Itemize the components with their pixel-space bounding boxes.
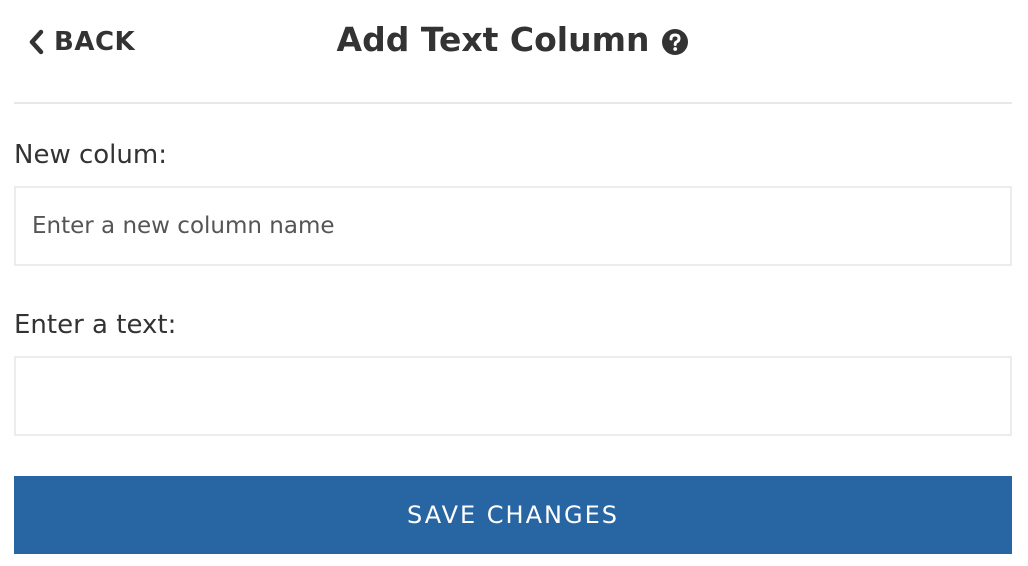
title-wrap: Add Text Column — [14, 20, 1012, 59]
add-text-column-page: BACK Add Text Column New colum: Enter a … — [0, 0, 1028, 566]
header: BACK Add Text Column — [14, 0, 1012, 104]
question-circle-icon[interactable] — [661, 28, 689, 56]
column-name-input[interactable] — [14, 186, 1012, 266]
column-name-label: New colum: — [14, 140, 167, 170]
text-label: Enter a text: — [14, 310, 177, 340]
page-title: Add Text Column — [336, 20, 650, 59]
save-changes-button[interactable]: SAVE CHANGES — [14, 476, 1012, 554]
text-input[interactable] — [14, 356, 1012, 436]
